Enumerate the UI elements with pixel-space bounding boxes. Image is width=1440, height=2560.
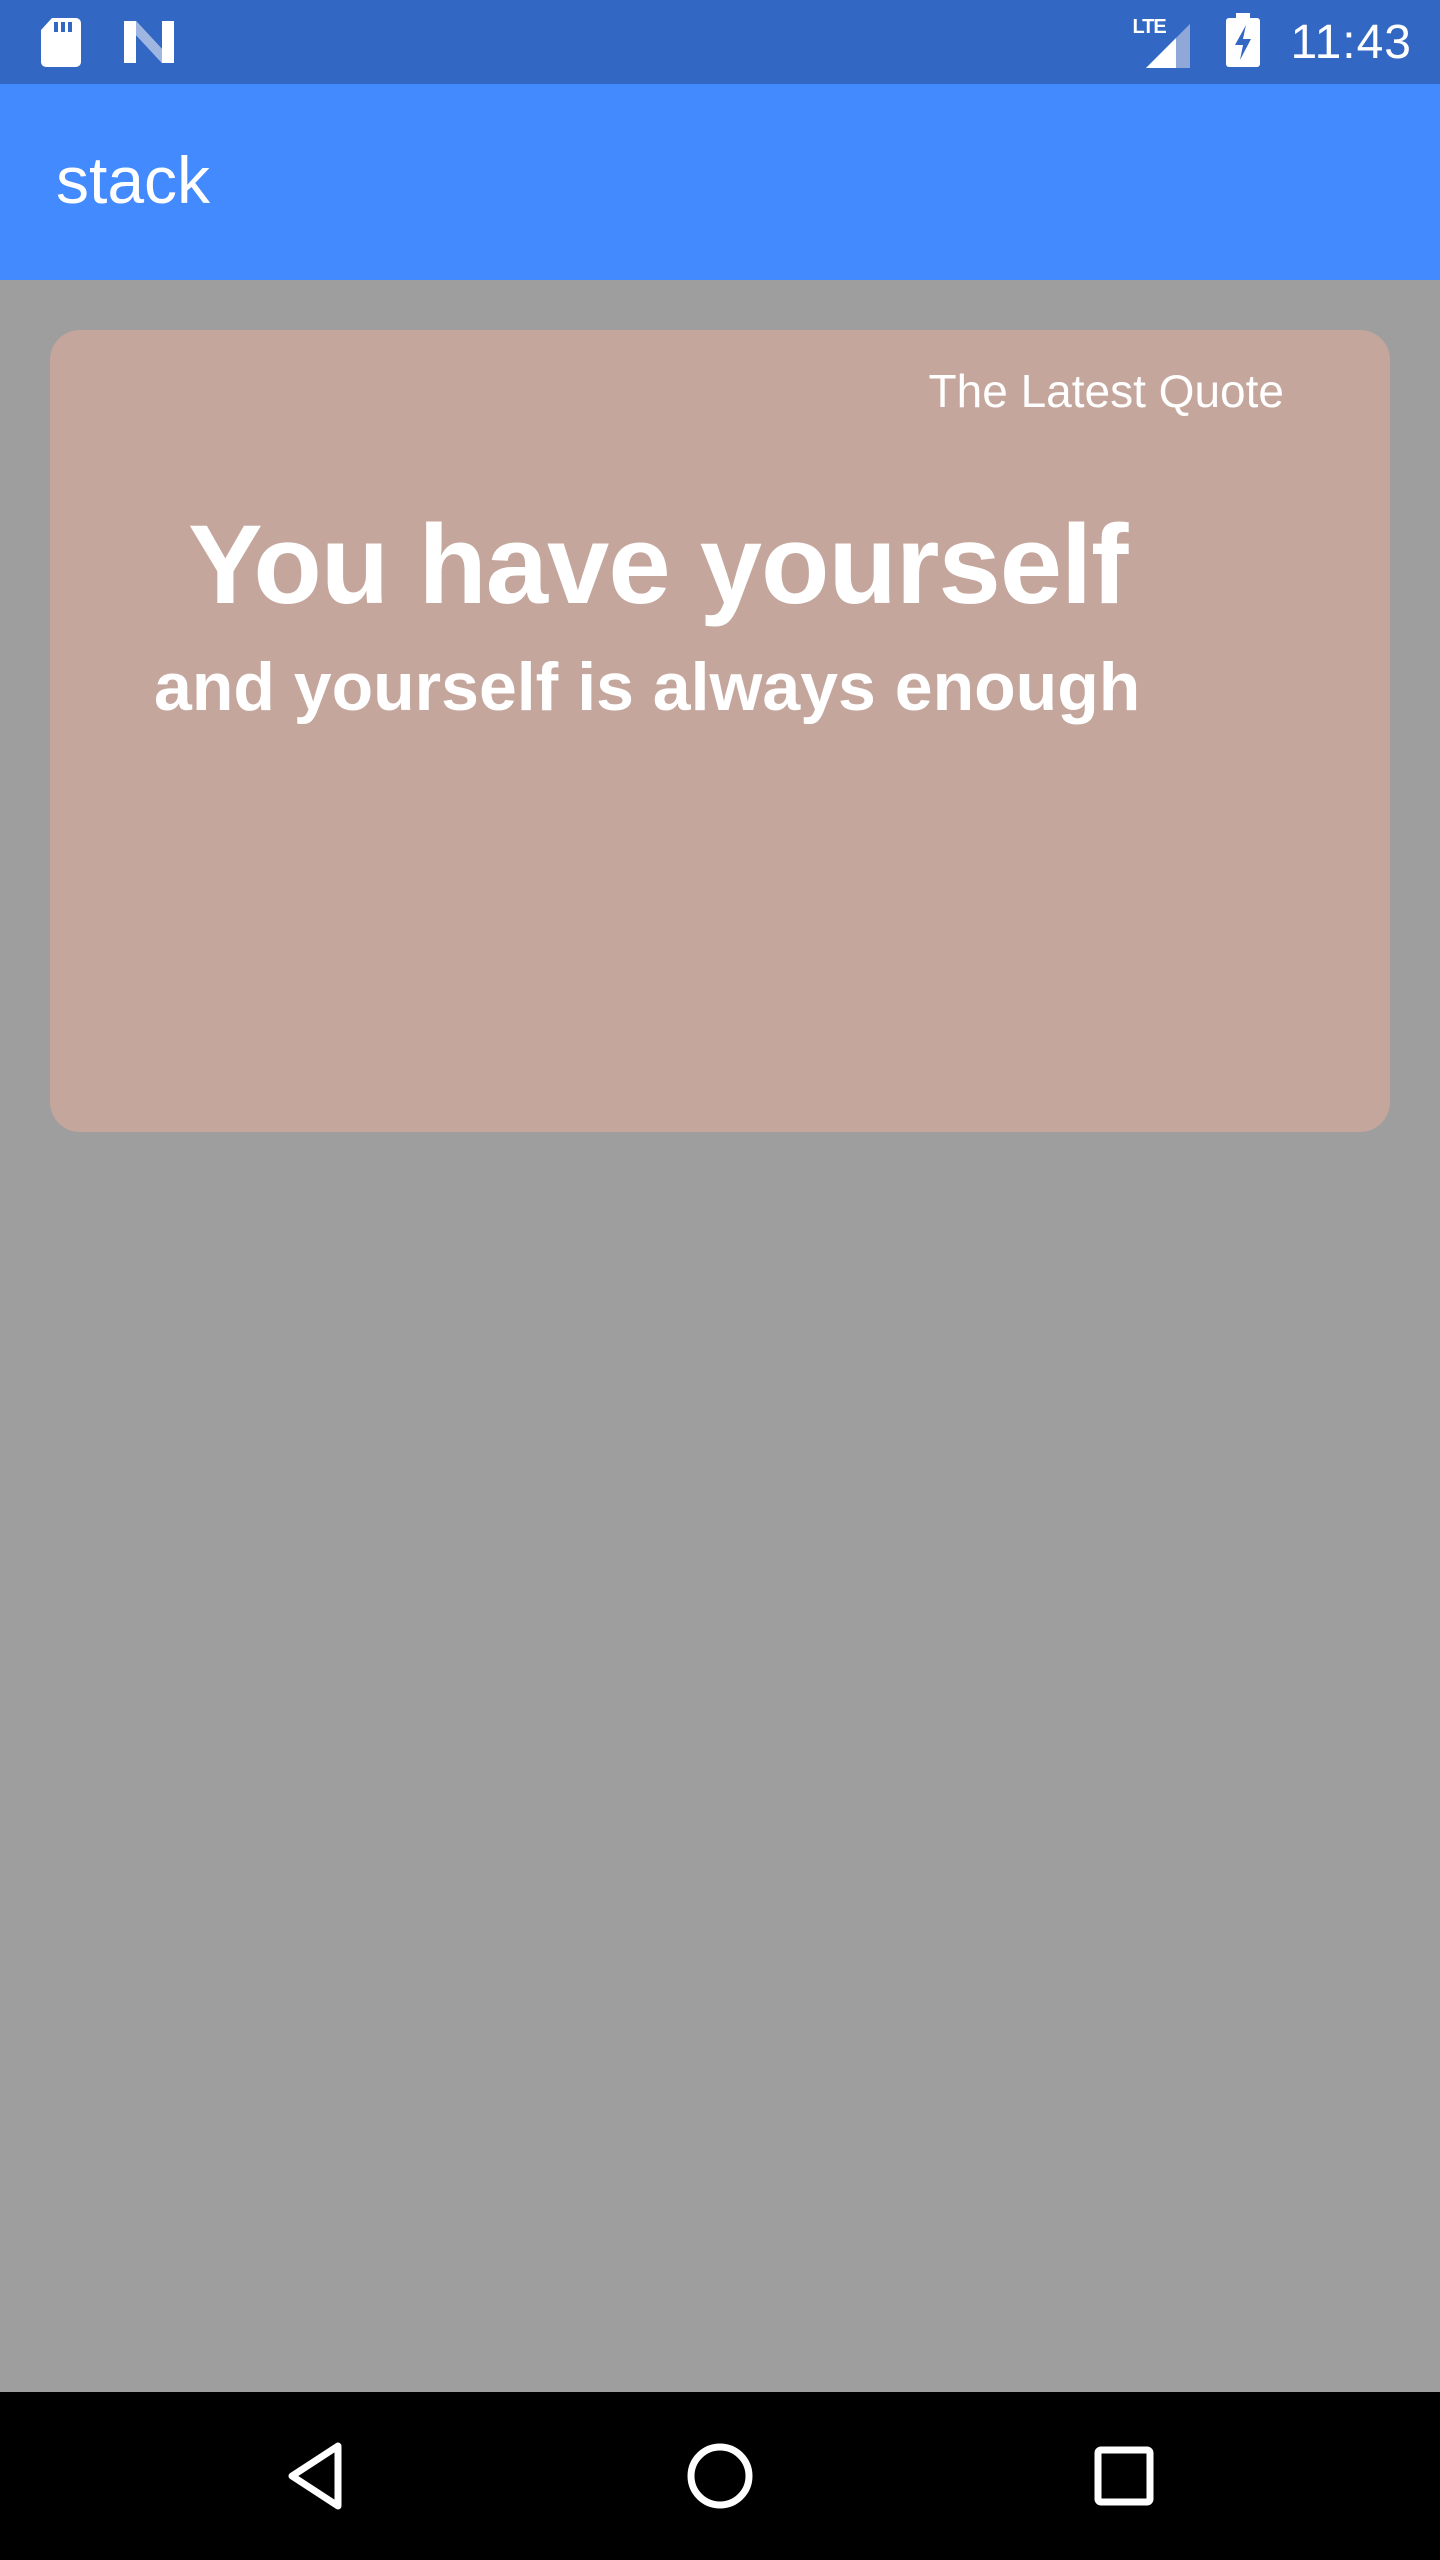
status-left-icons	[40, 16, 176, 73]
app-bar: stack	[0, 84, 1440, 280]
quote-card[interactable]: The Latest Quote You have yourself and y…	[50, 330, 1390, 1132]
home-button[interactable]	[678, 2434, 762, 2518]
back-icon	[288, 2442, 342, 2510]
n-logo-icon	[122, 19, 176, 70]
status-time: 11:43	[1290, 15, 1412, 69]
home-icon	[687, 2443, 753, 2509]
navigation-bar	[0, 2392, 1440, 2560]
status-right-icons: LTE 11:43	[1132, 0, 1412, 84]
battery-charging-icon	[1226, 12, 1261, 72]
quote-main-text: You have yourself	[188, 502, 1128, 627]
back-button[interactable]	[274, 2434, 358, 2518]
lte-signal-icon: LTE	[1132, 16, 1196, 68]
app-title: stack	[56, 143, 211, 217]
sd-card-icon	[40, 16, 82, 73]
recents-button[interactable]	[1082, 2434, 1166, 2518]
status-bar: LTE 11:43	[0, 0, 1440, 84]
card-header: The Latest Quote	[928, 365, 1284, 417]
quote-sub-text: and yourself is always enough	[154, 649, 1141, 725]
recents-icon	[1094, 2446, 1154, 2506]
